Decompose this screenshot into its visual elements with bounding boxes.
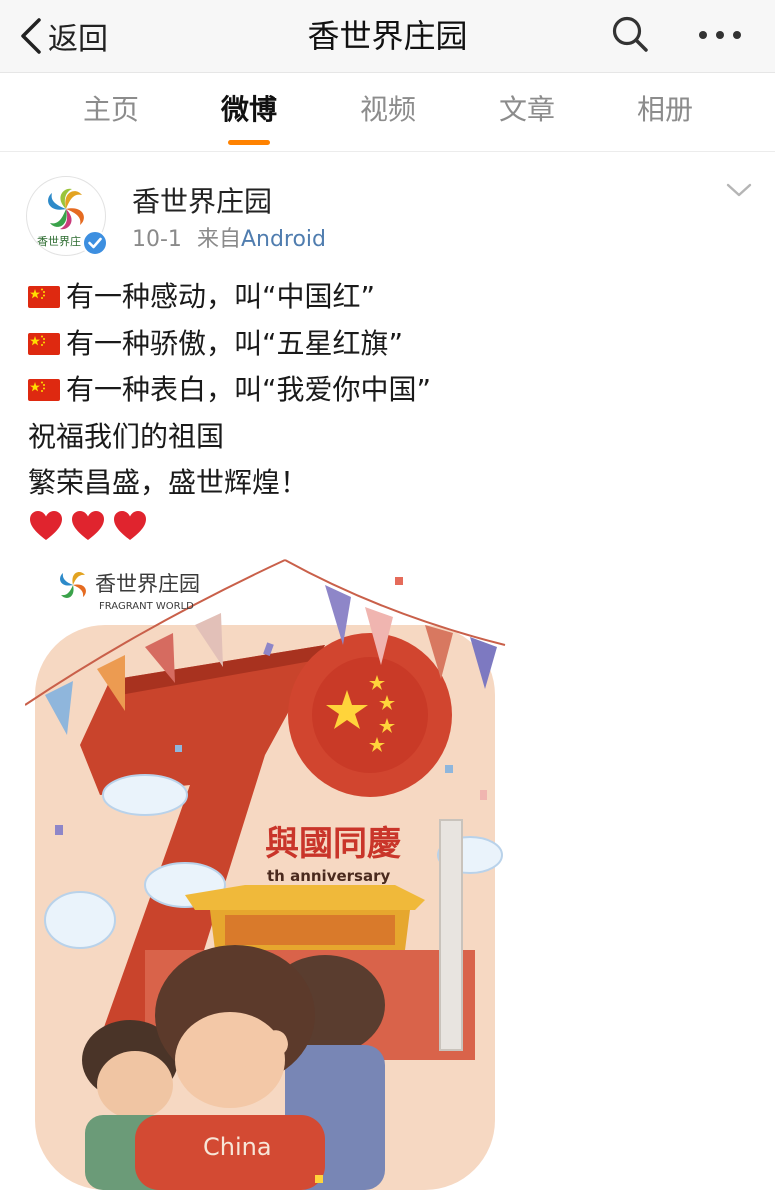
profile-tabs: 主页 微博 视频 文章 相册 (0, 73, 775, 152)
verified-badge-icon (82, 230, 108, 256)
post-image[interactable]: 與國同慶 th anniversary China 香世界庄园 FRAGRANT… (25, 555, 515, 1190)
post-line-text: 祝福我们的祖国 (28, 419, 225, 453)
post-source[interactable]: Android (241, 227, 326, 252)
tab-label: 文章 (498, 93, 555, 126)
red-heart-icon (30, 510, 62, 540)
post-meta: 10-1 来自Android (132, 221, 326, 253)
china-flag-icon (28, 379, 60, 402)
post-line: 有一种骄傲，叫“五星红旗” (28, 321, 748, 368)
post-line: 有一种表白，叫“我爱你中国” (28, 367, 748, 414)
chevron-down-icon[interactable] (724, 180, 754, 202)
tab-video[interactable]: 视频 (333, 73, 443, 151)
tab-album[interactable]: 相册 (610, 73, 720, 151)
china-flag-icon (28, 332, 60, 355)
top-bar: 返回 香世界庄园 (0, 0, 775, 73)
post-line-text: 有一种表白，叫“我爱你中国” (66, 373, 432, 406)
tab-home[interactable]: 主页 (56, 73, 166, 151)
red-heart-icon (114, 510, 146, 540)
red-heart-icon (72, 510, 104, 540)
post-date: 10-1 (132, 227, 182, 252)
avatar-text: 香世界庄 (37, 234, 81, 248)
post-line: 有一种感动，叫“中国红” (28, 274, 748, 321)
tab-articles[interactable]: 文章 (472, 73, 582, 151)
active-tab-indicator (228, 140, 270, 145)
post-line: 繁荣昌盛，盛世辉煌！ (28, 460, 748, 507)
source-prefix: 来自 (196, 227, 241, 252)
poster-headline: 與國同慶 (265, 824, 401, 864)
author-name[interactable]: 香世界庄园 (132, 180, 272, 220)
poster-zero-inner (312, 657, 428, 773)
post-line-text: 有一种骄傲，叫“五星红旗” (66, 326, 404, 360)
page-title: 香世界庄园 (307, 17, 468, 55)
post-line-text: 有一种感动，叫“中国红” (66, 280, 376, 313)
poster-pillar (439, 819, 463, 1051)
tab-label: 视频 (359, 93, 416, 126)
china-flag-icon (28, 286, 60, 309)
tab-weibo[interactable]: 微博 (194, 73, 304, 151)
poster-gate-band (225, 915, 395, 945)
poster-anniversary: th anniversary (267, 867, 390, 885)
poster-logo-en: FRAGRANT WORLD (99, 601, 194, 612)
search-icon[interactable] (610, 14, 650, 54)
hearts-row (28, 509, 748, 543)
post-line: 祝福我们的祖国 (28, 414, 748, 461)
tab-label: 相册 (636, 93, 693, 126)
tab-label: 主页 (82, 93, 139, 126)
post-text: 有一种感动，叫“中国红” 有一种骄傲，叫“五星红旗” 有一种表白，叫“我爱你中国… (28, 274, 748, 543)
tab-label: 微博 (220, 93, 277, 126)
post-line-text: 繁荣昌盛，盛世辉煌！ (28, 466, 309, 499)
poster-logo-cn: 香世界庄园 (95, 572, 200, 596)
more-icon[interactable] (697, 18, 743, 52)
poster-shirt-text: China (203, 1133, 272, 1161)
poster-logo: 香世界庄园 FRAGRANT WORLD (60, 572, 200, 612)
